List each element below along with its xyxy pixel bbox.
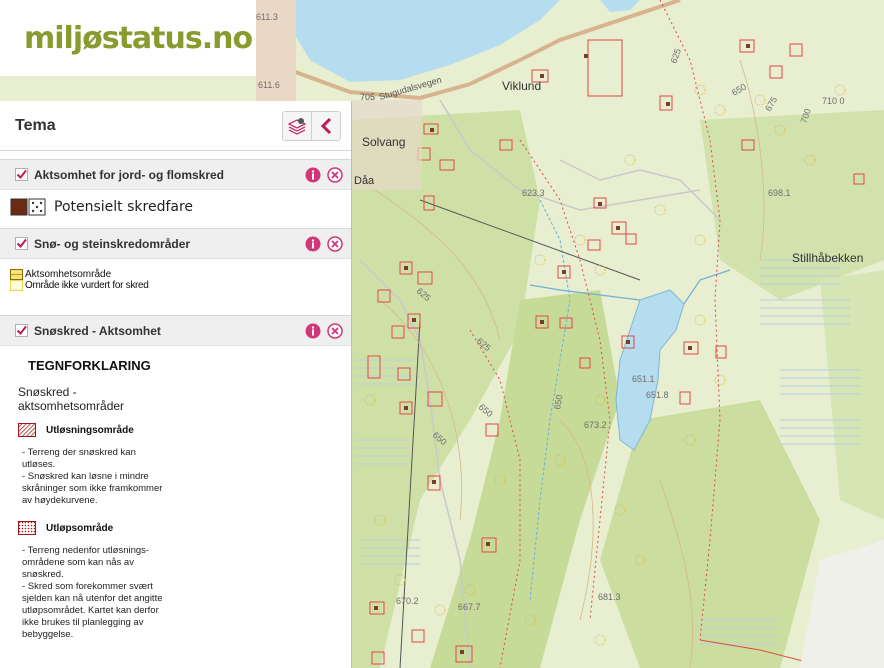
place-label: Solvang (362, 135, 405, 149)
elevation-label: 611.6 (258, 80, 280, 90)
legend-row: Område ikke vurdert for skred (10, 280, 351, 291)
subtitle-line: Snøskred - (18, 385, 77, 399)
legend-row: Aktsomhetsområde (10, 269, 351, 280)
legend-row: Potensielt skredfare (0, 190, 351, 228)
remove-layer-button[interactable] (327, 166, 343, 183)
panel-header-buttons (282, 110, 341, 141)
elevation-label: 673.2 (584, 420, 607, 430)
tegnforklaring-subtitle: Snøskred - aktsomhetsområder (18, 385, 333, 413)
description-line: sjelden kan nå utenfor det angitte (22, 593, 163, 604)
aktsomhet-swatch-icon (10, 269, 23, 280)
description-line: områdene som kan nås av (22, 557, 134, 568)
elevation-label: 667.7 (458, 602, 481, 612)
legend-description: - Terreng nedenfor utløsnings- områdene … (22, 545, 333, 641)
layers-icon (287, 117, 307, 135)
elevation-label: 651.8 (646, 390, 669, 400)
info-button[interactable] (305, 167, 321, 183)
legend-label: Aktsomhetsområde (25, 269, 112, 280)
remove-layer-button[interactable] (327, 235, 343, 252)
layer-jord-flomskred: Aktsomhet for jord- og flomskred Potensi… (0, 159, 351, 228)
close-circle-icon (327, 166, 343, 183)
legend-block: Aktsomhetsområde Område ikke vurdert for… (0, 259, 351, 315)
info-button[interactable] (305, 236, 321, 252)
layer-header: Aktsomhet for jord- og flomskred (0, 160, 351, 190)
elevation-label: 670.2 (396, 596, 419, 606)
check-icon (14, 237, 28, 250)
close-circle-icon (327, 322, 343, 339)
logo[interactable]: miljøstatus.no (0, 0, 256, 76)
legend-label: Potensielt skredfare (54, 199, 194, 215)
layers-button[interactable] (283, 111, 311, 140)
elevation-label: 710 0 (822, 96, 845, 106)
panel-title: Tema (15, 116, 56, 134)
description-line: skråninger som ikke framkommer (22, 483, 163, 494)
elevation-label: 651.1 (632, 374, 655, 384)
layer-name: Aktsomhet for jord- og flomskred (34, 167, 225, 182)
description-line: - Terreng nedenfor utløsnings- (22, 545, 150, 556)
layer-checkbox[interactable] (14, 237, 28, 251)
info-icon (305, 236, 321, 251)
description-line: - Snøskred kan løsne i mindre (22, 471, 149, 482)
utlosning-swatch-icon (18, 423, 36, 437)
legend-label: Område ikke vurdert for skred (25, 280, 149, 291)
place-label: Viklund (502, 79, 541, 93)
elevation-label: 623.3 (522, 188, 545, 198)
layer-checkbox[interactable] (14, 324, 28, 338)
tegnforklaring-title: TEGNFORKLARING (28, 358, 151, 373)
layer-header: Snøskred - Aktsomhet (0, 316, 351, 346)
elevation-label: 681.3 (598, 592, 621, 602)
description-line: - Terreng der snøskred kan (22, 447, 136, 458)
remove-layer-button[interactable] (327, 322, 343, 339)
layer-name: Snøskred - Aktsomhet (34, 323, 161, 338)
description-line: utløses. (22, 459, 56, 470)
subtitle-line: aktsomhetsområder (18, 399, 125, 413)
ikke-vurdert-swatch-icon (10, 280, 23, 291)
elevation-label: 611.3 (256, 12, 278, 22)
close-circle-icon (327, 235, 343, 252)
place-label: Stillhåbekken (792, 251, 863, 265)
layer-header: Snø- og steinskredområder (0, 229, 351, 259)
check-icon (14, 324, 28, 337)
layer-sno-steinskred: Snø- og steinskredområder Aktsomhetsområ… (0, 228, 351, 315)
info-icon (305, 167, 321, 182)
description-line: ikke brukes til planlegging av (22, 617, 144, 628)
description-line: bebyggelse. (22, 629, 74, 640)
tegnforklaring: TEGNFORKLARING Snøskred - aktsomhetsområ… (0, 346, 351, 641)
description-line: snøskred. (22, 569, 64, 580)
info-icon (305, 323, 321, 338)
legend-description: - Terreng der snøskred kan utløses. - Sn… (22, 447, 333, 507)
legend-label: Utløsningsområde (46, 424, 134, 436)
info-button[interactable] (305, 323, 321, 339)
layer-name: Snø- og steinskredområder (34, 236, 191, 251)
panel-header: Tema (0, 101, 351, 151)
place-label: Dåa (354, 175, 375, 187)
check-icon (14, 168, 28, 181)
utlop-swatch-icon (18, 521, 36, 535)
description-line: av høydekurvene. (22, 495, 98, 506)
description-line: - Skred som forekommer svært (22, 581, 153, 592)
layer-checkbox[interactable] (14, 168, 28, 182)
skredfare-swatch-icon (10, 198, 46, 216)
legend-item-utlop: Utløpsområde (18, 521, 333, 535)
legend-label: Utløpsområde (46, 522, 114, 534)
description-line: utløpsområdet. Kartet kan derfor (22, 605, 159, 616)
chevron-left-icon (320, 117, 332, 134)
logo-text: miljøstatus.no (24, 20, 253, 56)
road-number-label: 705 (360, 92, 375, 102)
collapse-panel-button[interactable] (311, 111, 340, 140)
elevation-label: 698.1 (768, 188, 791, 198)
layer-snoskred-aktsomhet: Snøskred - Aktsomhet TEGNFORKLARING Snøs… (0, 315, 351, 641)
legend-item-utlosning: Utløsningsområde (18, 423, 333, 437)
tema-panel: Tema Aktsomhet for jord- og flomskred Po… (0, 101, 352, 668)
